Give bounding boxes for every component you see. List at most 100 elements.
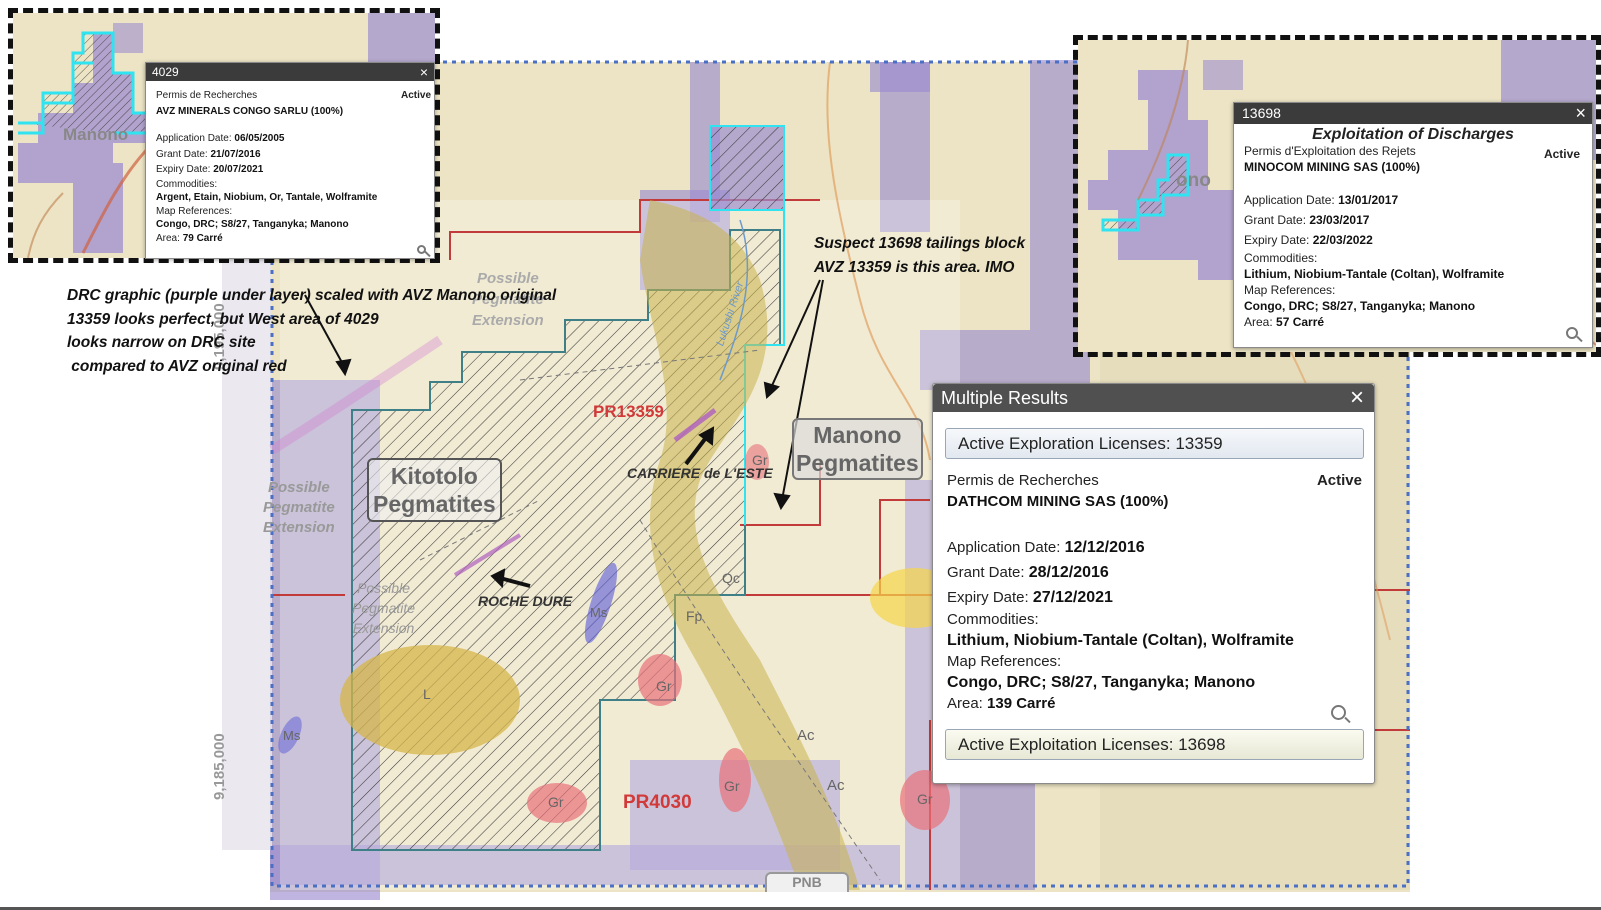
label-manono-pegmatites: Manono Pegmatites	[792, 418, 923, 480]
geo-code-l: L	[423, 686, 431, 702]
multiple-results-map-refs-label: Map References:	[947, 653, 1062, 670]
multiple-results-grant-date-row: Grant Date: 28/12/2016	[947, 560, 1362, 585]
popup-4029-commodities: Argent, Etain, Niobium, Or, Tantale, Wol…	[156, 191, 378, 203]
label-possible-extension-left: Possible Pegmatite Extension	[263, 479, 335, 536]
close-icon[interactable]: ×	[1350, 384, 1364, 412]
expiry-date-value: 22/03/2022	[1312, 233, 1373, 247]
grant-date-value: 28/12/2016	[1028, 564, 1109, 581]
multiple-results-expiry-date-row: Expiry Date: 27/12/2021	[947, 585, 1362, 610]
app-date-label: Application Date:	[1244, 193, 1335, 207]
multiple-results-status: Active	[1316, 472, 1362, 489]
popup-4029-status: Active	[400, 90, 431, 101]
popup-13698-expiry-date-row: Expiry Date: 22/03/2022	[1244, 230, 1582, 250]
popup-4029-expiry-date-row: Expiry Date: 20/07/2021	[156, 162, 424, 178]
popup-13698-title: 13698	[1242, 105, 1281, 121]
geo-code-ms: Ms	[590, 605, 608, 620]
app-date-value: 12/12/2016	[1064, 539, 1145, 556]
popup-13698-app-date-row: Application Date: 13/01/2017	[1244, 190, 1582, 210]
geo-code-gr: Gr	[548, 794, 564, 810]
popup-13698-status: Active	[1543, 147, 1580, 161]
expiry-date-value: 27/12/2021	[1032, 589, 1113, 606]
popup-4029-commodities-label: Commodities:	[156, 178, 218, 190]
geo-code-qc: Qc	[722, 570, 740, 586]
geo-code-gr: Gr	[917, 791, 933, 807]
multiple-results-map-refs: Congo, DRC; S8/27, Tanganyka; Manono	[947, 674, 1256, 691]
area-label: Area:	[156, 232, 180, 244]
area-value: 139 Carré	[987, 695, 1056, 712]
geo-code-gr: Gr	[724, 778, 740, 794]
popup-4029-map-refs: Congo, DRC; S8/27, Tanganyka; Manono	[156, 218, 349, 230]
multiple-results-permit-type: Permis de Recherches	[947, 472, 1099, 489]
label-possible-extension-center: Possible Pegmatite Extension	[352, 580, 416, 636]
zoom-icon[interactable]	[1331, 705, 1346, 720]
zoom-icon[interactable]	[417, 245, 426, 254]
popup-4029-permit-type: Permis de Recherches	[156, 90, 258, 101]
popup-13698-commodities: Lithium, Niobium-Tantale (Coltan), Wolfr…	[1244, 267, 1505, 281]
geo-code-gr: Gr	[656, 678, 672, 694]
close-icon[interactable]: ×	[420, 63, 428, 81]
popup-4029-map-refs-label: Map References:	[156, 205, 233, 217]
geo-code-ac: Ac	[797, 727, 815, 744]
exploration-licenses-bar[interactable]: Active Exploration Licenses: 13359	[945, 428, 1364, 459]
popup-13698-map-refs-label: Map References:	[1244, 283, 1336, 297]
app-date-value: 13/01/2017	[1338, 193, 1399, 207]
bottom-map-stub: PNB	[765, 872, 849, 892]
multiple-results-commodities-label: Commodities:	[947, 611, 1039, 628]
popup-13698-map-refs: Congo, DRC; S8/27, Tanganyka; Manono	[1244, 299, 1476, 313]
grant-date-value: 21/07/2016	[210, 148, 261, 160]
inset-13698-town-label: ono	[1176, 170, 1211, 191]
geo-code-ms: Ms	[283, 728, 301, 743]
inset-4029-frame: Manono 4029 × Permis de Recherches Activ…	[8, 8, 440, 263]
popup-13698-header: 13698 ×	[1234, 103, 1592, 124]
expiry-date-label: Expiry Date:	[947, 589, 1029, 606]
popup-13698-permit-type: Permis d'Exploitation des Rejets	[1244, 144, 1416, 158]
area-value: 79 Carré	[182, 232, 223, 244]
multiple-results-commodities: Lithium, Niobium-Tantale (Coltan), Wolfr…	[947, 632, 1294, 649]
popup-13698: 13698 × Exploitation of Discharges Permi…	[1233, 102, 1593, 348]
popup-4029-header: 4029 ×	[146, 63, 434, 81]
multiple-results-app-date-row: Application Date: 12/12/2016	[947, 535, 1362, 560]
geo-code-ac: Ac	[827, 777, 845, 794]
popup-4029-holder: AVZ MINERALS CONGO SARLU (100%)	[156, 105, 344, 117]
app-date-label: Application Date:	[156, 133, 232, 144]
zoom-icon[interactable]	[1566, 327, 1578, 339]
popup-13698-commodities-label: Commodities:	[1244, 251, 1318, 265]
multiple-results-area-row: Area: 139 Carré	[947, 694, 1362, 714]
multiple-results-title: Multiple Results	[941, 388, 1069, 408]
expiry-date-label: Expiry Date:	[1244, 233, 1310, 247]
popup-4029-title: 4029	[152, 65, 179, 79]
inset-4029-town-label: Manono	[63, 125, 129, 144]
popup-13698-holder: MINOCOM MINING SAS (100%)	[1244, 160, 1421, 174]
exploitation-licenses-bar[interactable]: Active Exploitation Licenses: 13698	[945, 729, 1364, 760]
label-carriere-de-leste: CARRIERE de L'ESTE	[627, 465, 773, 481]
area-label: Area:	[1244, 315, 1273, 329]
popup-4029-grant-date-row: Grant Date: 21/07/2016	[156, 147, 424, 163]
area-value: 57 Carré	[1276, 315, 1325, 329]
popup-4029-app-date-row: Application Date: 06/05/2005	[156, 131, 424, 147]
annotation-right-note: Suspect 13698 tailings block AVZ 13359 i…	[814, 235, 1026, 276]
multiple-results-holder: DATHCOM MINING SAS (100%)	[947, 493, 1169, 510]
popup-13698-heading: Exploitation of Discharges	[1312, 126, 1514, 143]
popup-4029-area-row: Area: 79 Carré	[156, 232, 424, 246]
geo-code-gr: Gr	[752, 452, 768, 468]
grant-date-label: Grant Date:	[947, 564, 1025, 581]
annotation-left-note: DRC graphic (purple under layer) scaled …	[67, 287, 557, 375]
grant-date-value: 23/03/2017	[1309, 213, 1370, 227]
label-kitotolo-pegmatites: Kitotolo Pegmatites	[367, 458, 502, 522]
multiple-results-popup: Multiple Results × Active Exploration Li…	[932, 383, 1375, 784]
popup-13698-area-row: Area: 57 Carré	[1244, 314, 1582, 330]
expiry-date-label: Expiry Date:	[156, 164, 211, 175]
close-icon[interactable]: ×	[1575, 103, 1586, 124]
inset-13698-frame: ono 13698 × Exploitation of Discharges P…	[1073, 35, 1601, 357]
grant-date-label: Grant Date:	[1244, 213, 1307, 227]
hatched-license-13359-top-hatch	[709, 125, 785, 211]
multiple-results-header: Multiple Results ×	[933, 384, 1374, 412]
expiry-date-value: 20/07/2021	[213, 164, 264, 175]
popup-4029: 4029 × Permis de Recherches Active AVZ M…	[145, 62, 435, 259]
popup-13698-grant-date-row: Grant Date: 23/03/2017	[1244, 210, 1582, 230]
app-date-label: Application Date:	[947, 539, 1061, 556]
label-pr13359: PR13359	[593, 402, 664, 421]
app-date-value: 06/05/2005	[234, 133, 285, 144]
label-pr4030: PR4030	[623, 792, 692, 813]
label-coord-9185000: 9,185,000	[211, 733, 228, 800]
